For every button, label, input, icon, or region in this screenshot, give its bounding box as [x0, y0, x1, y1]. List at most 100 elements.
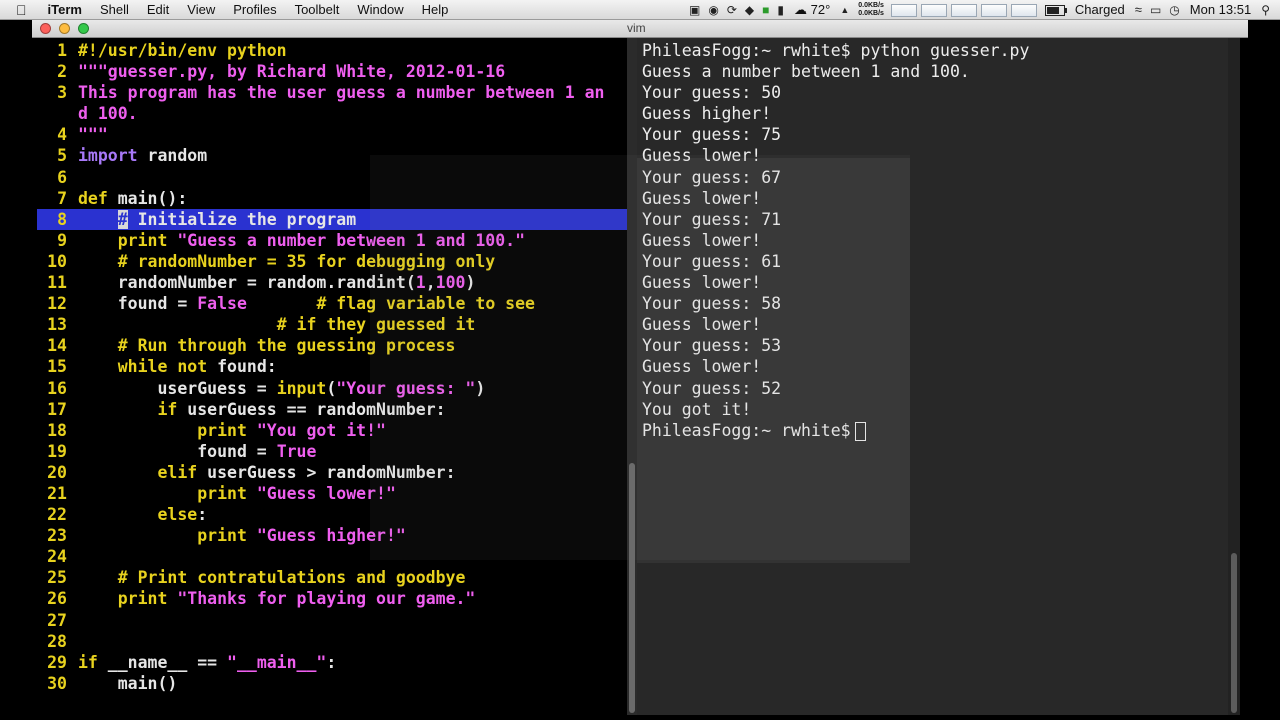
code-line[interactable]: 16 userGuess = input("Your guess: "): [37, 378, 627, 399]
code-token: # Print contratulations and goodbye: [78, 568, 466, 588]
terminal-line: Guess lower!: [642, 273, 762, 293]
terminal-prompt-line[interactable]: PhileasFogg:~ rwhite$: [642, 420, 1029, 441]
editor-scrollbar[interactable]: [627, 38, 637, 715]
battery-monitor-icon[interactable]: ▮: [777, 0, 784, 20]
code-line[interactable]: 29 if __name__ == "__main__":: [37, 652, 627, 673]
code-text: main(): [78, 673, 178, 694]
code-line[interactable]: 20 elif userGuess > randomNumber:: [37, 462, 627, 483]
terminal-scrollbar[interactable]: [1228, 38, 1240, 715]
clock-icon[interactable]: ◷: [1169, 0, 1179, 20]
evernote-icon[interactable]: ■: [762, 0, 769, 20]
code-line[interactable]: 25 # Print contratulations and goodbye: [37, 567, 627, 588]
code-line[interactable]: 24: [37, 546, 627, 567]
code-text: # if they guessed it: [78, 314, 476, 335]
line-number: 20: [47, 462, 67, 482]
menu-view[interactable]: View: [178, 0, 224, 20]
code-line[interactable]: 1 #!/usr/bin/env python: [37, 40, 627, 61]
menu-clock[interactable]: Mon 13:51: [1190, 0, 1251, 20]
code-text: This program has the user guess a number…: [78, 82, 605, 103]
code-line[interactable]: 27: [37, 610, 627, 631]
code-line[interactable]: 19 found = True: [37, 441, 627, 462]
code-line[interactable]: d 100.: [37, 103, 627, 124]
terminal-line: Your guess: 61: [642, 251, 782, 271]
vpn-icon[interactable]: ◉: [708, 0, 718, 20]
memory-meter[interactable]: [920, 3, 947, 17]
line-number: 23: [47, 526, 67, 546]
code-line[interactable]: 18 print "You got it!": [37, 420, 627, 441]
code-line[interactable]: 23 print "Guess higher!": [37, 525, 627, 546]
code-line[interactable]: 12 found = False # flag variable to see: [37, 293, 627, 314]
line-number: 8: [57, 209, 67, 229]
code-line[interactable]: 7 def main():: [37, 188, 627, 209]
line-number: 16: [47, 378, 67, 398]
menu-profiles[interactable]: Profiles: [224, 0, 285, 20]
code-line[interactable]: 21 print "Guess lower!": [37, 483, 627, 504]
terminal-pane[interactable]: PhileasFogg:~ rwhite$ python guesser.py G…: [637, 38, 1228, 715]
menu-help[interactable]: Help: [413, 0, 458, 20]
net-up: 0.0KB/s: [858, 2, 884, 9]
battery-icon[interactable]: [1044, 4, 1067, 16]
zoom-button[interactable]: [78, 23, 89, 34]
screen-icon[interactable]: ▣: [689, 0, 700, 20]
code-text: print "You got it!": [78, 420, 386, 441]
code-line[interactable]: 9 print "Guess a number between 1 and 10…: [37, 230, 627, 251]
network-meter[interactable]: [980, 3, 1007, 17]
menu-shell[interactable]: Shell: [91, 0, 138, 20]
code-line[interactable]: 30 main(): [37, 673, 627, 694]
line-number: 14: [47, 336, 67, 356]
menu-app-iterm[interactable]: iTerm: [39, 0, 91, 20]
code-text: """guesser.py, by Richard White, 2012-01…: [78, 61, 505, 82]
line-number: 30: [47, 673, 67, 693]
code-text: print "Thanks for playing our game.": [78, 588, 476, 609]
battery-status[interactable]: Charged: [1075, 0, 1125, 20]
terminal-scroll-thumb[interactable]: [1231, 553, 1237, 713]
menu-toolbelt[interactable]: Toolbelt: [286, 0, 349, 20]
line-number: 2: [57, 62, 67, 82]
disk-meter[interactable]: [950, 3, 977, 17]
code-line[interactable]: 11 randomNumber = random.randint(1,100): [37, 272, 627, 293]
temperature-readout[interactable]: ☁ 72°: [794, 0, 830, 20]
code-token: # Run through the guessing process: [78, 336, 456, 356]
line-number: 27: [47, 610, 67, 630]
search-icon[interactable]: ⚲: [1261, 0, 1270, 20]
terminal-line: You got it!: [642, 399, 752, 419]
wifi-icon[interactable]: ≈: [1135, 0, 1142, 20]
code-line[interactable]: 8 # Initialize the program: [37, 208, 627, 230]
eject-icon[interactable]: ▲: [840, 0, 849, 20]
activity-meter[interactable]: [1010, 3, 1037, 17]
display-icon[interactable]: ▭: [1150, 0, 1161, 20]
code-line[interactable]: 4 """: [37, 124, 627, 145]
menu-edit[interactable]: Edit: [138, 0, 178, 20]
apple-icon[interactable]: : [0, 0, 39, 20]
minimize-button[interactable]: [59, 23, 70, 34]
code-token: while not: [117, 357, 208, 377]
code-line[interactable]: 14 # Run through the guessing process: [37, 335, 627, 356]
line-number: 21: [47, 483, 67, 503]
code-token: found =: [78, 294, 198, 314]
code-token: found:: [207, 357, 277, 377]
code-line[interactable]: 3 This program has the user guess a numbe…: [37, 82, 627, 103]
code-token: d 100.: [78, 104, 138, 124]
code-line[interactable]: 28: [37, 631, 627, 652]
time-machine-icon[interactable]: ⟳: [727, 0, 737, 20]
code-line[interactable]: 15 while not found:: [37, 356, 627, 377]
code-line[interactable]: 17 if userGuess == randomNumber:: [37, 399, 627, 420]
code-line[interactable]: 13 # if they guessed it: [37, 314, 627, 335]
code-token: Initialize the program: [127, 209, 357, 229]
menu-window[interactable]: Window: [348, 0, 412, 20]
dropbox-icon[interactable]: ◆: [745, 0, 754, 20]
code-line[interactable]: 10 # randomNumber = 35 for debugging onl…: [37, 251, 627, 272]
editor-scroll-thumb[interactable]: [629, 463, 635, 713]
code-line[interactable]: 22 else:: [37, 504, 627, 525]
vim-editor-pane[interactable]: 1 #!/usr/bin/env python 2 """guesser.py, by…: [37, 38, 627, 715]
cpu-meter[interactable]: [890, 3, 917, 17]
code-line[interactable]: 5 import random: [37, 145, 627, 166]
code-line[interactable]: 6: [37, 167, 627, 188]
net-speed[interactable]: 0.0KB/s 0.0KB/s: [858, 2, 884, 18]
close-button[interactable]: [40, 23, 51, 34]
code-line[interactable]: 2 """guesser.py, by Richard White, 2012-0…: [37, 61, 627, 82]
code-token: """: [78, 125, 108, 145]
code-line[interactable]: 26 print "Thanks for playing our game.": [37, 588, 627, 609]
